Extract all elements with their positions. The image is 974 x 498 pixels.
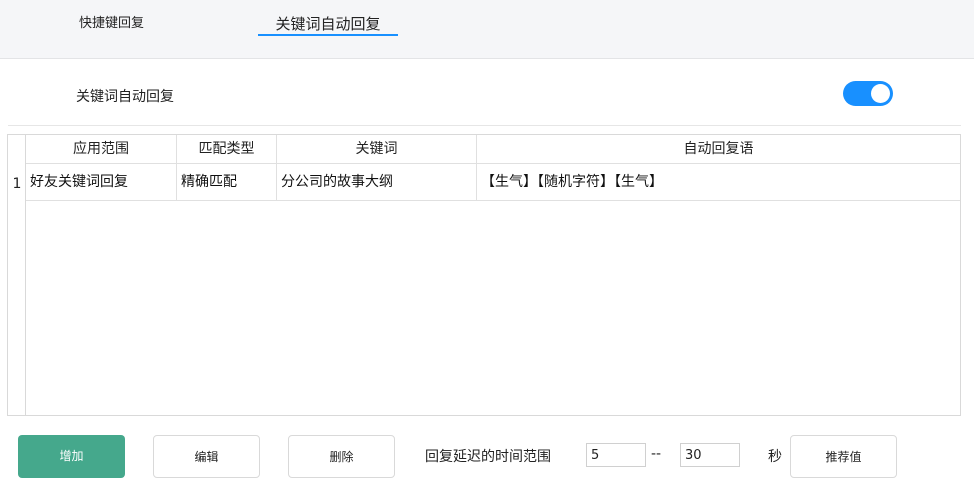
table-header: 应用范围 匹配类型 关键词 自动回复语	[26, 135, 960, 164]
row-number: 1	[12, 176, 22, 192]
table-row[interactable]: 好友关键词回复 精确匹配 分公司的故事大纲 【生气】【随机字符】【生气】	[26, 164, 960, 201]
delete-button[interactable]: 删除	[288, 435, 395, 478]
tab-bar: 快捷键回复 关键词自动回复	[0, 0, 974, 59]
tab-keyword-auto-reply[interactable]: 关键词自动回复	[258, 13, 398, 34]
cell-scope[interactable]: 好友关键词回复	[26, 164, 177, 200]
delay-min-input[interactable]	[586, 443, 646, 467]
toggle-knob	[871, 84, 890, 103]
divider	[8, 125, 961, 126]
cell-reply-text[interactable]: 【生气】【随机字符】【生气】	[477, 164, 960, 200]
add-button[interactable]: 增加	[18, 435, 125, 478]
column-header-keyword[interactable]: 关键词	[277, 135, 477, 164]
recommended-value-button[interactable]: 推荐值	[790, 435, 897, 478]
edit-button[interactable]: 编辑	[153, 435, 260, 478]
delay-max-input[interactable]	[680, 443, 740, 467]
column-header-scope[interactable]: 应用范围	[26, 135, 177, 164]
delay-range-label: 回复延迟的时间范围	[425, 449, 551, 465]
tab-shortcut-reply[interactable]: 快捷键回复	[79, 12, 144, 31]
seconds-unit-label: 秒	[768, 449, 782, 465]
cell-match-type[interactable]: 精确匹配	[177, 164, 277, 200]
keyword-table: 应用范围 匹配类型 关键词 自动回复语 1 好友关键词回复 精确匹配 分公司的故…	[7, 134, 961, 416]
range-separator: --	[651, 446, 662, 462]
auto-reply-toggle[interactable]	[843, 81, 893, 106]
column-header-reply-text[interactable]: 自动回复语	[477, 135, 960, 164]
auto-reply-setting-label: 关键词自动回复	[76, 89, 174, 105]
column-header-match-type[interactable]: 匹配类型	[177, 135, 277, 164]
active-tab-indicator	[258, 34, 398, 36]
cell-keyword[interactable]: 分公司的故事大纲	[277, 164, 477, 200]
